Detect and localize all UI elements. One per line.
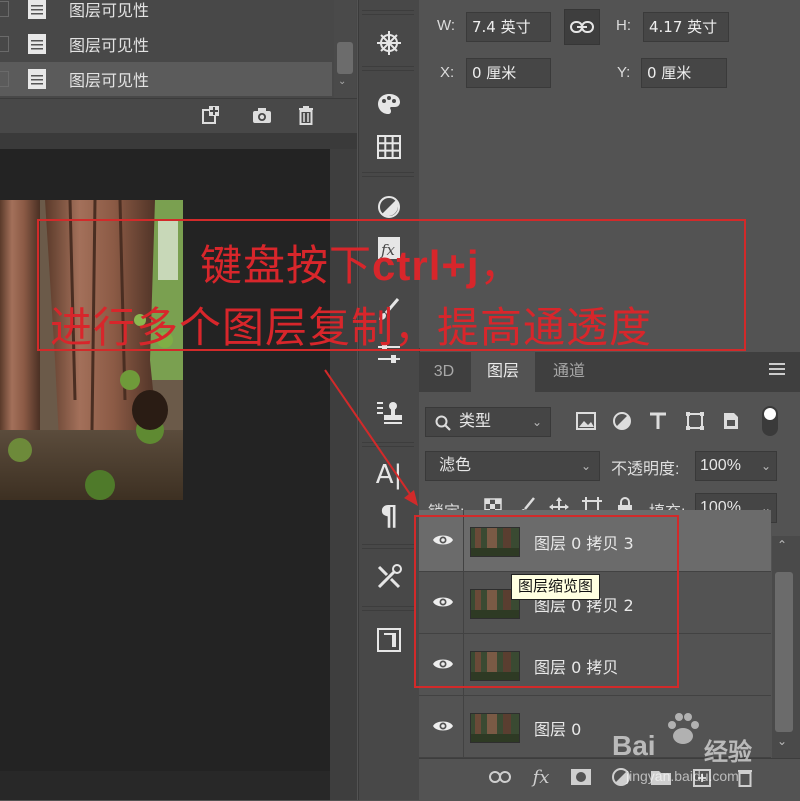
annotation-arrow <box>324 369 418 506</box>
paw-logo-icon <box>668 713 699 744</box>
baidu-watermark: Bai 经验 jingyan.baidu.com <box>612 712 800 792</box>
watermark-brand-left: Bai <box>612 730 656 761</box>
watermark-brand-right: 经验 <box>704 739 752 766</box>
layer-thumbnail-tooltip: 图层缩览图 <box>511 574 601 600</box>
layers-highlight-box <box>414 515 679 688</box>
watermark-url: jingyan.baidu.com <box>626 768 739 784</box>
